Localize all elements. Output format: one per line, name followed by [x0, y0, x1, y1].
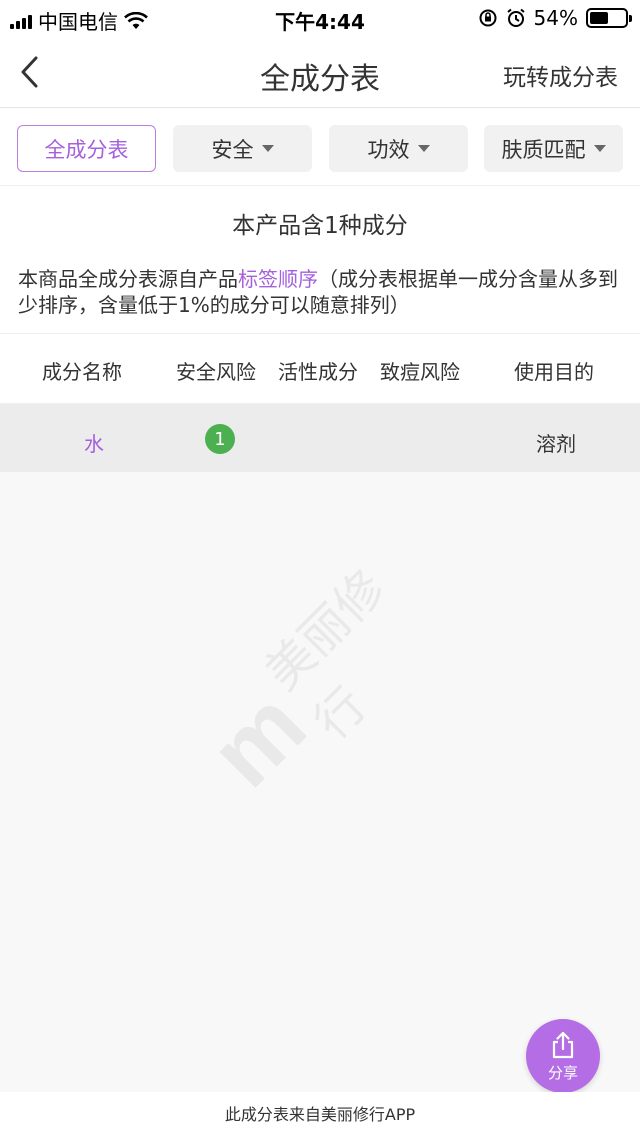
header-safety-risk: 安全风险: [176, 360, 256, 384]
filter-label: 肤质匹配: [501, 137, 586, 162]
status-left: 中国电信: [10, 6, 148, 35]
filter-efficacy[interactable]: 功效: [329, 125, 468, 172]
caret-down-icon: [261, 145, 274, 152]
filter-label: 全成分表: [44, 137, 129, 162]
caret-down-icon: [417, 145, 430, 152]
filter-safety[interactable]: 安全: [173, 125, 312, 172]
filter-bar: 全成分表 安全 功效 肤质匹配: [0, 108, 640, 186]
header-active-ingredient: 活性成分: [278, 360, 358, 384]
ingredient-name[interactable]: 水: [84, 428, 104, 457]
status-right: 54%: [478, 6, 632, 30]
filter-all-ingredients[interactable]: 全成分表: [17, 125, 156, 172]
battery-icon: [586, 8, 632, 28]
filter-label: 安全: [211, 137, 254, 162]
ingredient-purpose: 溶剂: [536, 432, 576, 456]
nav-bar: 全成分表 玩转成分表: [0, 36, 640, 108]
alarm-icon: [506, 8, 525, 27]
label-order-link[interactable]: 标签顺序: [238, 267, 318, 291]
desc-prefix: 本商品全成分表源自产品: [18, 267, 238, 291]
header-purpose: 使用目的: [514, 360, 594, 384]
header-ingredient-name: 成分名称: [42, 360, 122, 384]
carrier-label: 中国电信: [38, 10, 118, 34]
back-icon[interactable]: [16, 54, 46, 90]
table-header: 成分名称 安全风险 活性成分 致痘风险 使用目的: [0, 334, 640, 404]
table-row[interactable]: 水 1 溶剂: [0, 404, 640, 472]
source-description: 本商品全成分表源自产品标签顺序（成分表根据单一成分含量从多到少排序，含量低于1%…: [18, 266, 622, 318]
share-button[interactable]: 分享: [526, 1019, 600, 1093]
share-icon: [552, 1031, 574, 1058]
info-section: 本产品含1种成分 本商品全成分表源自产品标签顺序（成分表根据单一成分含量从多到少…: [0, 186, 640, 334]
footer-note: 此成分表来自美丽修行APP: [0, 1092, 640, 1138]
wifi-icon: [124, 11, 148, 29]
ingredient-count: 本产品含1种成分: [232, 213, 408, 239]
signal-icon: [10, 13, 32, 29]
caret-down-icon: [593, 145, 606, 152]
status-bar: 中国电信 下午4:44 54%: [0, 0, 640, 36]
battery-level: [590, 12, 609, 24]
battery-percent: 54%: [533, 6, 578, 30]
empty-area: [0, 472, 640, 1092]
safety-score-badge: 1: [205, 424, 235, 454]
share-label: 分享: [547, 1063, 578, 1082]
orientation-lock-icon: [479, 9, 497, 27]
header-acne-risk: 致痘风险: [380, 360, 460, 384]
filter-skin-type[interactable]: 肤质匹配: [484, 125, 623, 172]
guide-link[interactable]: 玩转成分表: [503, 58, 618, 92]
filter-label: 功效: [367, 137, 410, 162]
